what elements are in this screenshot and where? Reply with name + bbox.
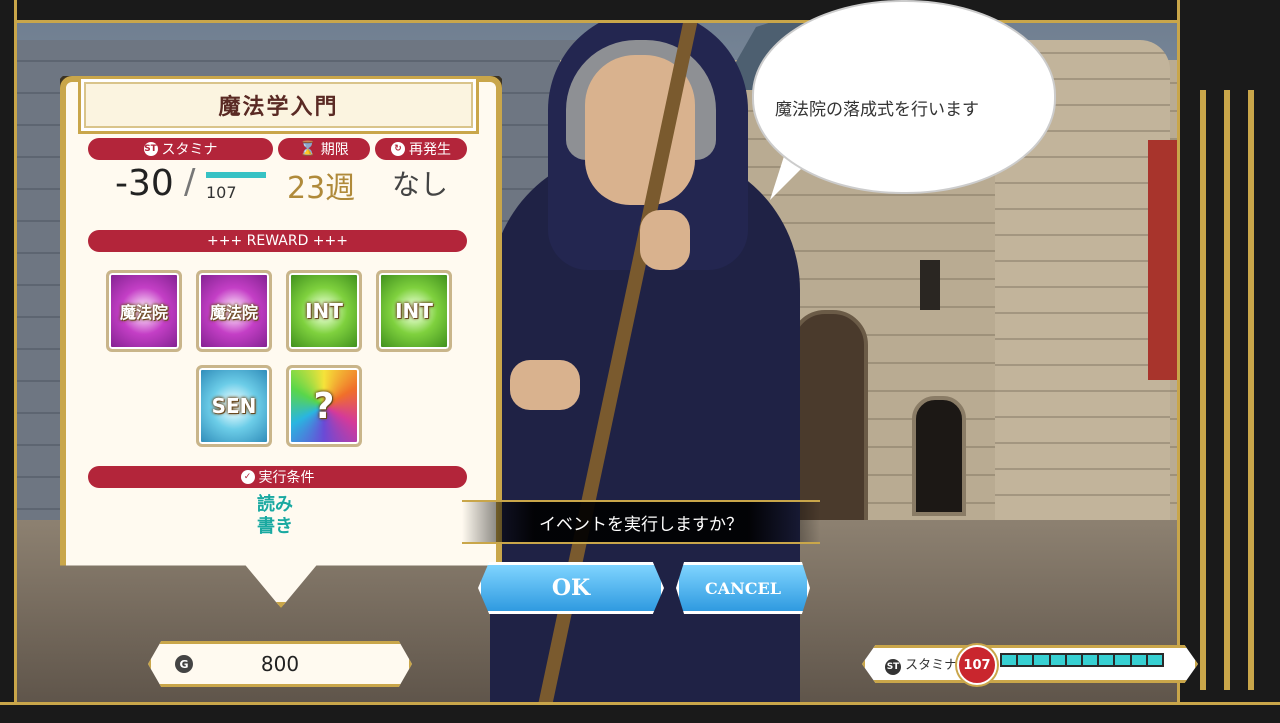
deadline-label: 期限 bbox=[320, 142, 349, 158]
stamina-icon: ST bbox=[143, 142, 158, 156]
reward-card[interactable]: 魔法院 bbox=[106, 270, 182, 352]
stamina-label: スタミナ bbox=[161, 142, 218, 158]
castle-door bbox=[912, 396, 966, 516]
reward-label: +++ REWARD +++ bbox=[206, 233, 349, 249]
stamina-gauge-segment bbox=[1002, 655, 1017, 665]
event-title: 魔法学入門 bbox=[218, 95, 339, 120]
stamina-mini-bar bbox=[206, 172, 266, 178]
speech-text: 魔法院の落成式を行います bbox=[775, 100, 979, 120]
reward-header: +++ REWARD +++ bbox=[88, 230, 467, 252]
castle-gate bbox=[790, 310, 868, 528]
event-title-plate: 魔法学入門 bbox=[78, 76, 479, 134]
reward-card-label: ? bbox=[313, 385, 335, 427]
character-hand bbox=[640, 210, 690, 270]
recur-icon: ↻ bbox=[391, 142, 405, 156]
reward-card[interactable]: 魔法院 bbox=[196, 270, 272, 352]
confirm-question: イベントを実行しますか？ bbox=[539, 514, 743, 535]
reward-card-label: INT bbox=[305, 299, 343, 323]
condition-label: 実行条件 bbox=[258, 470, 315, 486]
gold-display: 800 G bbox=[148, 641, 412, 687]
reward-card-label: SEN bbox=[211, 394, 257, 418]
recur-label-pill: ↻ 再発生 bbox=[375, 138, 467, 160]
reward-card[interactable]: INT bbox=[376, 270, 452, 352]
reward-card-label: INT bbox=[395, 299, 433, 323]
stamina-gauge-segment bbox=[1147, 655, 1162, 665]
check-icon: ✓ bbox=[240, 470, 255, 484]
stamina-gauge-track bbox=[1000, 653, 1164, 667]
reward-card[interactable]: INT bbox=[286, 270, 362, 352]
deadline-value: 23週 bbox=[287, 171, 356, 206]
stamina-gauge-icon: ST bbox=[885, 659, 901, 675]
reward-card[interactable]: ? bbox=[286, 365, 362, 447]
gold-coin-icon: G bbox=[175, 655, 193, 673]
condition-value: 読み書き bbox=[257, 494, 293, 537]
slash-divider: / bbox=[184, 162, 196, 202]
reward-card[interactable]: SEN bbox=[196, 365, 272, 447]
stamina-gauge-segment bbox=[1083, 655, 1098, 665]
stamina-gauge-segment bbox=[1131, 655, 1146, 665]
stamina-gauge-segment bbox=[1050, 655, 1065, 665]
castle-banner bbox=[1148, 140, 1178, 380]
stamina-label-pill: ST スタミナ bbox=[88, 138, 273, 160]
stamina-max: 107 bbox=[206, 183, 237, 202]
hourglass-icon: ⌛ bbox=[299, 141, 317, 157]
cancel-button[interactable]: CANCEL bbox=[676, 562, 810, 614]
stamina-gauge-value: 107 bbox=[957, 645, 997, 685]
stamina-cost: -30 bbox=[115, 163, 174, 204]
stamina-gauge-text: スタミナ bbox=[905, 658, 958, 673]
character-hand bbox=[510, 360, 580, 410]
ok-button[interactable]: OK bbox=[478, 562, 664, 614]
stamina-gauge-segment bbox=[1066, 655, 1081, 665]
recur-value: なし bbox=[392, 168, 449, 201]
reward-card-label: 魔法院 bbox=[209, 303, 258, 322]
stamina-gauge-segment bbox=[1034, 655, 1049, 665]
stamina-gauge-segment bbox=[1018, 655, 1033, 665]
castle-window bbox=[920, 260, 940, 310]
confirm-bar: イベントを実行しますか？ bbox=[462, 500, 820, 544]
recur-label: 再発生 bbox=[409, 142, 451, 158]
deadline-label-pill: ⌛ 期限 bbox=[278, 138, 370, 160]
stamina-gauge-segment bbox=[1115, 655, 1130, 665]
stamina-gauge-label: ST スタミナ bbox=[885, 654, 957, 675]
reward-card-label: 魔法院 bbox=[119, 303, 168, 322]
stamina-gauge-segment bbox=[1099, 655, 1114, 665]
condition-header: ✓ 実行条件 bbox=[88, 466, 467, 488]
